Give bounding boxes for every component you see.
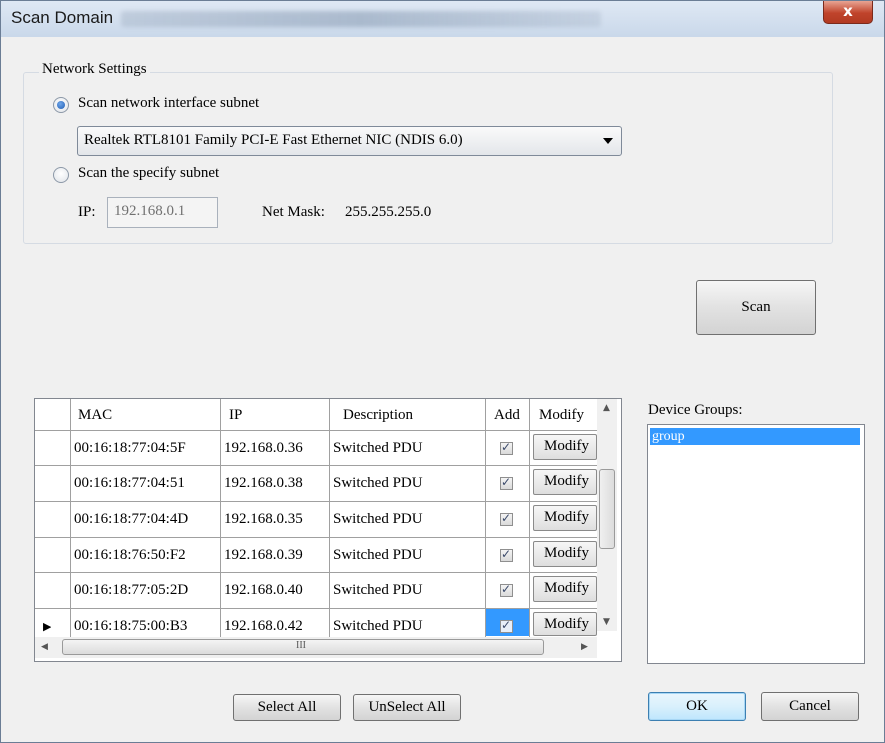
mac-cell: 00:16:18:76:50:F2: [74, 547, 186, 563]
vertical-scroll-thumb[interactable]: [599, 469, 615, 549]
current-row-indicator-icon: ▶: [43, 620, 52, 633]
scan-specify-radio[interactable]: [53, 167, 69, 183]
column-header-add[interactable]: Add: [494, 407, 520, 437]
scroll-grip-icon: III: [296, 640, 306, 651]
scroll-right-arrow-icon[interactable]: ▶: [581, 642, 588, 652]
add-checkbox[interactable]: [500, 547, 513, 562]
list-item[interactable]: group: [650, 428, 860, 445]
add-checkbox[interactable]: [500, 618, 513, 633]
description-cell: Switched PDU: [333, 511, 423, 527]
device-groups-list[interactable]: [647, 424, 865, 664]
netmask-label: Net Mask:: [262, 204, 325, 220]
mac-cell: 00:16:18:77:04:4D: [74, 511, 189, 527]
grid-divider: [485, 399, 486, 637]
ip-cell: 192.168.0.35: [224, 511, 303, 527]
add-checkbox[interactable]: [500, 440, 513, 455]
column-header-ip[interactable]: IP: [229, 407, 242, 437]
select-all-button[interactable]: Select All: [233, 694, 341, 721]
dropdown-arrow-icon[interactable]: [603, 138, 613, 144]
column-header-description[interactable]: Description: [343, 407, 413, 437]
scroll-down-arrow-icon[interactable]: ▼: [603, 617, 610, 627]
description-cell: Switched PDU: [333, 582, 423, 598]
background-window-tabs: [121, 11, 601, 27]
grid-divider: [529, 399, 530, 637]
grid-divider: [35, 465, 597, 466]
description-cell: Switched PDU: [333, 618, 423, 634]
scan-specify-label[interactable]: Scan the specify subnet: [78, 165, 219, 182]
close-button[interactable]: x: [823, 1, 873, 24]
add-checkbox[interactable]: [500, 582, 513, 597]
column-header-modify[interactable]: Modify: [539, 407, 584, 437]
ip-cell: 192.168.0.42: [224, 618, 303, 634]
scan-button[interactable]: Scan: [696, 280, 816, 335]
interface-select-value: Realtek RTL8101 Family PCI-E Fast Ethern…: [84, 132, 463, 148]
grid-divider: [35, 501, 597, 502]
modify-button[interactable]: Modify: [533, 576, 597, 602]
title-bar: Scan Domain x: [1, 1, 884, 37]
grid-divider: [70, 399, 71, 637]
window-title: Scan Domain: [11, 8, 114, 27]
unselect-all-button[interactable]: UnSelect All: [353, 694, 461, 721]
ip-label: IP:: [78, 204, 96, 220]
modify-button[interactable]: Modify: [533, 434, 597, 460]
mac-cell: 00:16:18:75:00:B3: [74, 618, 188, 634]
mac-cell: 00:16:18:77:04:5F: [74, 440, 186, 456]
add-checkbox[interactable]: [500, 511, 513, 526]
scan-interface-radio[interactable]: [53, 97, 69, 113]
ip-cell: 192.168.0.40: [224, 582, 303, 598]
mac-cell: 00:16:18:77:04:51: [74, 475, 185, 491]
description-cell: Switched PDU: [333, 440, 423, 456]
ip-input[interactable]: 192.168.0.1: [107, 197, 218, 228]
ip-cell: 192.168.0.39: [224, 547, 303, 563]
modify-button[interactable]: Modify: [533, 541, 597, 567]
cancel-button[interactable]: Cancel: [761, 692, 859, 721]
grid-divider: [329, 399, 330, 637]
ip-cell: 192.168.0.36: [224, 440, 303, 456]
description-cell: Switched PDU: [333, 475, 423, 491]
scroll-left-arrow-icon[interactable]: ◀: [41, 642, 48, 652]
netmask-value: 255.255.255.0: [345, 204, 432, 220]
ip-cell: 192.168.0.38: [224, 475, 303, 491]
column-header-mac[interactable]: MAC: [78, 407, 112, 437]
mac-cell: 00:16:18:77:05:2D: [74, 582, 189, 598]
interface-select[interactable]: Realtek RTL8101 Family PCI-E Fast Ethern…: [77, 126, 622, 156]
modify-button[interactable]: Modify: [533, 612, 597, 636]
grid-divider: [35, 572, 597, 573]
modify-button[interactable]: Modify: [533, 469, 597, 495]
grid-divider: [35, 537, 597, 538]
add-checkbox[interactable]: [500, 475, 513, 490]
ok-button[interactable]: OK: [648, 692, 746, 721]
description-cell: Switched PDU: [333, 547, 423, 563]
grid-divider: [220, 399, 221, 637]
device-groups-label: Device Groups:: [648, 402, 743, 418]
modify-button[interactable]: Modify: [533, 505, 597, 531]
scan-interface-label[interactable]: Scan network interface subnet: [78, 95, 259, 112]
grid-divider: [35, 430, 597, 431]
network-settings-legend: Network Settings: [39, 61, 150, 78]
scroll-up-arrow-icon[interactable]: ▲: [603, 403, 610, 413]
